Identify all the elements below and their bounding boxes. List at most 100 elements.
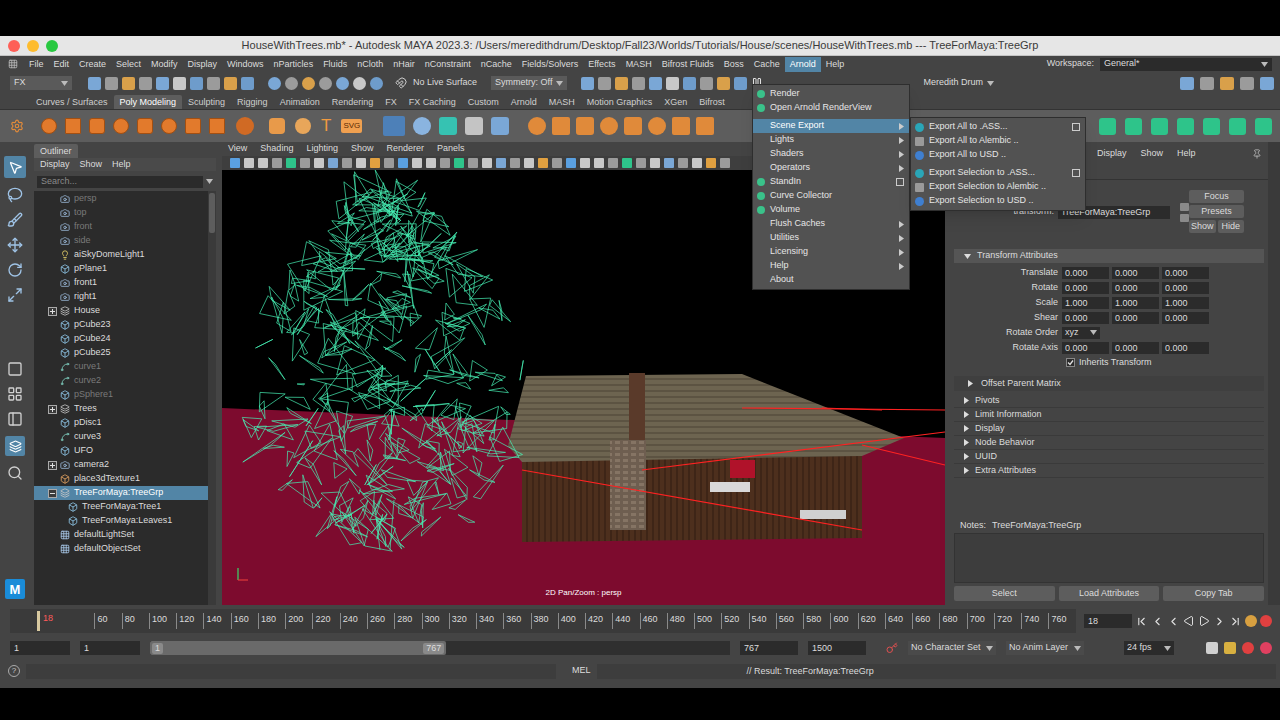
notes-field[interactable] — [954, 533, 1264, 583]
expand-toggle[interactable] — [48, 307, 57, 316]
paint-select-icon[interactable] — [7, 212, 23, 228]
submenu-item[interactable]: Export Selection to Alembic .. — [911, 180, 1085, 194]
arnold-menu-item[interactable]: Open Arnold RenderView — [753, 101, 909, 115]
menu-item[interactable]: MASH — [621, 57, 657, 72]
superellipse-icon[interactable] — [269, 118, 285, 134]
viewport-tool-icon[interactable] — [524, 158, 534, 168]
menu-item-icon[interactable] — [757, 90, 765, 98]
outliner-row[interactable]: curve3 — [34, 430, 208, 444]
uv-tool-icon[interactable] — [1203, 118, 1220, 135]
playback-loop-icon[interactable] — [1206, 642, 1218, 654]
viewport-tool-icon[interactable] — [342, 158, 352, 168]
outliner-row[interactable]: UFO — [34, 444, 208, 458]
render-tool-icon[interactable] — [649, 77, 662, 90]
render-tool-icon[interactable] — [632, 77, 645, 90]
outliner-row[interactable]: House — [34, 304, 208, 318]
viewport-tool-icon[interactable] — [412, 158, 422, 168]
panel-toggle-icon[interactable] — [1200, 77, 1214, 90]
viewport-tool-icon[interactable] — [566, 158, 576, 168]
play-icon[interactable] — [1198, 615, 1210, 627]
record-icon[interactable] — [1260, 615, 1272, 627]
attribute-field[interactable]: 0.000 — [1162, 267, 1209, 279]
command-input[interactable] — [26, 664, 556, 679]
uv-tool-icon[interactable] — [1099, 118, 1116, 135]
time-ruler[interactable]: 6080100120140160180200220240260280300320… — [10, 609, 1076, 633]
outliner-row[interactable]: curve1 — [34, 360, 208, 374]
collapse-toggle[interactable] — [48, 489, 57, 498]
outliner-row[interactable]: front1 — [34, 276, 208, 290]
attr-bottom-button[interactable]: Load Attributes — [1059, 586, 1160, 601]
poly-primitive-icon[interactable] — [41, 118, 57, 134]
auto-key-icon[interactable] — [886, 642, 898, 654]
panel-toggle-icon[interactable] — [1260, 77, 1274, 90]
attribute-field[interactable]: 1.000 — [1162, 297, 1209, 309]
select-tool[interactable] — [4, 156, 26, 178]
viewport-tool-icon[interactable] — [286, 158, 296, 168]
render-tool-icon[interactable] — [683, 77, 696, 90]
poly-edit-icon[interactable] — [600, 117, 618, 135]
user-dropdown[interactable]: Meredith Drum — [919, 76, 998, 90]
snap-icon[interactable] — [353, 77, 366, 90]
outliner-row[interactable]: side — [34, 234, 208, 248]
snap-icon[interactable] — [268, 77, 281, 90]
menu-set-dropdown[interactable]: FX — [10, 76, 72, 90]
separate-icon[interactable] — [413, 117, 431, 135]
close-button-icon[interactable] — [8, 40, 20, 52]
viewport-menu-item[interactable]: Panels — [437, 142, 465, 156]
outliner-menu-item[interactable]: Display — [40, 158, 70, 172]
outliner-row[interactable]: pCube24 — [34, 332, 208, 346]
arnold-menu-item[interactable]: About — [753, 273, 909, 287]
next-key-icon[interactable] — [1213, 615, 1226, 628]
current-frame-marker[interactable]: 18 — [37, 611, 54, 631]
ass-export-icon[interactable] — [915, 169, 924, 178]
viewport-tool-icon[interactable] — [230, 158, 240, 168]
ass-export-icon[interactable] — [915, 123, 924, 132]
step-back-icon[interactable] — [1151, 615, 1164, 628]
collapsed-section[interactable]: Pivots — [954, 394, 1264, 408]
viewport-tool-icon[interactable] — [580, 158, 590, 168]
viewport-tool-icon[interactable] — [720, 158, 730, 168]
poly-edit-icon[interactable] — [696, 117, 714, 135]
snap-icon[interactable] — [370, 77, 383, 90]
poly-primitive-icon[interactable] — [209, 118, 225, 134]
alembic-export-icon[interactable] — [915, 183, 924, 192]
menu-item[interactable]: Fields/Solvers — [517, 57, 584, 72]
attr-menu-item[interactable]: Help — [1177, 147, 1196, 161]
menu-item[interactable]: nConstraint — [420, 57, 476, 72]
snap-icon[interactable] — [336, 77, 349, 90]
panel-toggle-icon[interactable] — [1240, 77, 1254, 90]
arnold-menu-item[interactable]: Volume — [753, 203, 909, 217]
transform-attributes-header[interactable]: Transform Attributes — [954, 249, 1264, 263]
loop-icon[interactable] — [1245, 615, 1257, 627]
collapsed-section[interactable]: Limit Information — [954, 408, 1264, 422]
attribute-field[interactable]: 0.000 — [1112, 282, 1159, 294]
outliner-row[interactable]: pDisc1 — [34, 416, 208, 430]
show-button[interactable]: Show — [1189, 220, 1216, 233]
attribute-field[interactable]: 1.000 — [1112, 297, 1159, 309]
menu-item[interactable]: Modify — [146, 57, 183, 72]
outliner-row[interactable]: defaultObjectSet — [34, 542, 208, 556]
render-tool-icon[interactable] — [598, 77, 611, 90]
submenu-item[interactable]: Export All to Alembic .. — [911, 134, 1085, 148]
arnold-menu-item[interactable]: Operators — [753, 161, 909, 175]
usd-export-icon[interactable] — [915, 197, 924, 206]
viewport-tool-icon[interactable] — [328, 158, 338, 168]
range-bar[interactable]: 1767 — [150, 641, 446, 655]
play-backwards-icon[interactable] — [1183, 615, 1195, 627]
status-tool-icon[interactable] — [88, 77, 101, 90]
uv-tool-icon[interactable] — [1255, 118, 1272, 135]
menu-item[interactable]: nCache — [476, 57, 517, 72]
outliner-row[interactable]: curve2 — [34, 374, 208, 388]
viewport-tool-icon[interactable] — [454, 158, 464, 168]
status-tool-icon[interactable] — [190, 77, 203, 90]
focus-input-icon[interactable] — [1180, 203, 1189, 211]
attribute-field[interactable]: 0.000 — [1112, 267, 1159, 279]
render-tool-icon[interactable] — [717, 77, 730, 90]
poly-edit-icon[interactable] — [576, 117, 594, 135]
collapsed-section[interactable]: Extra Attributes — [954, 464, 1264, 478]
menu-item[interactable]: Create — [74, 57, 111, 72]
prefs-icon[interactable] — [1260, 642, 1272, 654]
arnold-menu-item[interactable]: Help — [753, 259, 909, 273]
viewport-tool-icon[interactable] — [496, 158, 506, 168]
menu-item[interactable]: Select — [111, 57, 146, 72]
